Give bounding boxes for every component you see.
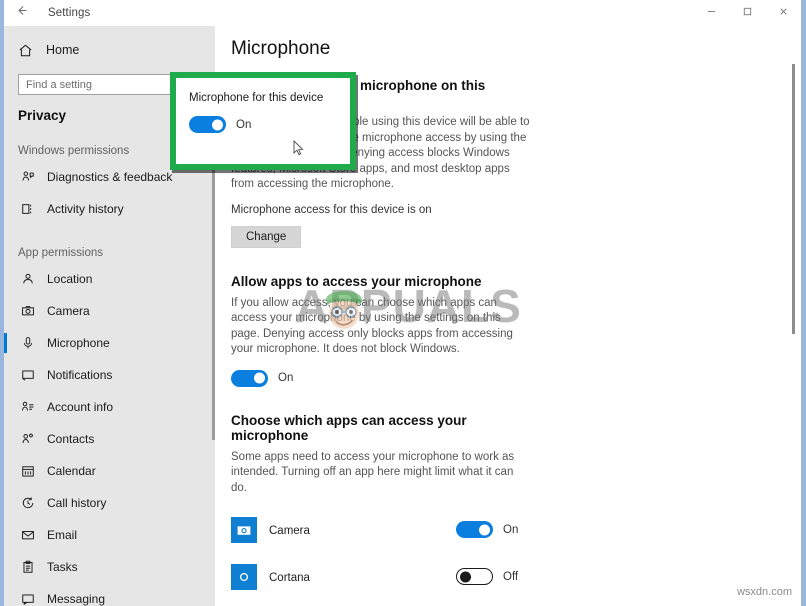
sidebar-item-diagnostics-feedback-label: Diagnostics & feedback bbox=[47, 170, 173, 184]
callout-toggle-row: On bbox=[189, 116, 350, 133]
sidebar-item-notifications-label: Notifications bbox=[47, 368, 113, 382]
sidebar-item-microphone-label: Microphone bbox=[47, 336, 110, 350]
tasks-icon bbox=[18, 560, 38, 574]
sidebar-item-calendar[interactable]: Calendar bbox=[4, 455, 215, 487]
sidebar-item-microphone[interactable]: Microphone bbox=[4, 327, 215, 359]
allow-apps-heading: Allow apps to access your microphone bbox=[231, 273, 482, 289]
sidebar-item-calendar-label: Calendar bbox=[47, 464, 96, 478]
sidebar-item-call-history[interactable]: Call history bbox=[4, 487, 215, 519]
callout-title: Microphone for this device bbox=[189, 92, 324, 104]
minimize-button[interactable] bbox=[693, 0, 729, 26]
app-toggle-wrap: On bbox=[456, 521, 527, 538]
choose-apps-section: Choose which apps can access your microp… bbox=[231, 413, 531, 606]
email-icon bbox=[18, 528, 38, 542]
sidebar-item-contacts[interactable]: Contacts bbox=[4, 423, 215, 455]
camera-app-icon bbox=[231, 516, 257, 543]
sidebar-item-activity-history-label: Activity history bbox=[47, 202, 124, 216]
app-toggle-label: On bbox=[503, 523, 519, 536]
diagnostics-icon bbox=[18, 170, 38, 184]
microphone-icon bbox=[18, 336, 38, 350]
app-name: Cortana bbox=[269, 571, 310, 584]
app-name: Camera bbox=[269, 524, 310, 537]
page-title: Microphone bbox=[231, 38, 331, 59]
home-icon bbox=[18, 43, 40, 58]
window-right-edge bbox=[801, 0, 806, 606]
sidebar-group-label-app-permissions: App permissions bbox=[18, 247, 104, 259]
camera-icon bbox=[18, 304, 38, 318]
allow-apps-toggle-label: On bbox=[278, 372, 294, 384]
mouse-pointer-icon bbox=[293, 140, 304, 156]
sidebar-item-home-label: Home bbox=[46, 43, 80, 57]
settings-window: Settings Home Find a setting Privacy Win… bbox=[0, 0, 806, 606]
maximize-button[interactable] bbox=[729, 0, 765, 26]
cortana-app-icon bbox=[231, 563, 257, 590]
sidebar-item-home[interactable]: Home bbox=[4, 32, 215, 68]
sidebar-item-location[interactable]: Location bbox=[4, 263, 215, 295]
notifications-icon bbox=[18, 368, 38, 382]
app-permission-list: Camera On Cortana Off bbox=[231, 510, 527, 606]
device-access-status: Microphone access for this device is on bbox=[231, 203, 432, 216]
maximize-icon bbox=[742, 4, 753, 22]
back-arrow-icon bbox=[15, 4, 28, 22]
sidebar-item-messaging-label: Messaging bbox=[47, 592, 106, 606]
allow-apps-toggle[interactable] bbox=[231, 369, 268, 387]
close-button[interactable] bbox=[765, 0, 801, 26]
app-toggle[interactable] bbox=[456, 521, 493, 538]
sidebar-item-contacts-label: Contacts bbox=[47, 432, 95, 446]
app-toggle[interactable] bbox=[456, 568, 493, 585]
change-button[interactable]: Change bbox=[231, 225, 302, 248]
window-controls bbox=[693, 0, 801, 26]
sidebar-item-account-info-label: Account info bbox=[47, 400, 114, 414]
allow-apps-section: Allow apps to access your microphone If … bbox=[231, 274, 531, 387]
microphone-device-toggle[interactable] bbox=[189, 116, 226, 133]
allow-apps-toggle-row: On bbox=[231, 369, 531, 387]
sidebar-item-email[interactable]: Email bbox=[4, 519, 215, 551]
messaging-icon bbox=[18, 592, 38, 606]
account-info-icon bbox=[18, 400, 38, 414]
microphone-device-toggle-label: On bbox=[236, 118, 252, 131]
sidebar-item-tasks[interactable]: Tasks bbox=[4, 551, 215, 583]
minimize-icon bbox=[706, 4, 717, 22]
main-scrollbar[interactable] bbox=[792, 64, 795, 334]
back-button[interactable] bbox=[4, 0, 38, 26]
choose-apps-description: Some apps need to access your microphone… bbox=[231, 450, 515, 494]
list-item: Camera On bbox=[231, 510, 527, 549]
sidebar-item-camera[interactable]: Camera bbox=[4, 295, 215, 327]
sidebar-item-tasks-label: Tasks bbox=[47, 560, 78, 574]
sidebar-item-notifications[interactable]: Notifications bbox=[4, 359, 215, 391]
app-toggle-wrap: Off bbox=[456, 568, 527, 585]
highlight-callout: Microphone for this device On bbox=[170, 72, 356, 170]
choose-apps-heading: Choose which apps can access your microp… bbox=[231, 412, 467, 443]
sidebar-item-activity-history[interactable]: Activity history bbox=[4, 193, 215, 225]
sidebar-item-call-history-label: Call history bbox=[47, 496, 107, 510]
activity-history-icon bbox=[18, 202, 38, 216]
location-icon bbox=[18, 272, 38, 286]
app-name-wrap: Cortana bbox=[269, 568, 456, 586]
sidebar-item-location-label: Location bbox=[47, 272, 93, 286]
call-history-icon bbox=[18, 496, 38, 510]
title-bar: Settings bbox=[4, 0, 801, 26]
sidebar-item-account-info[interactable]: Account info bbox=[4, 391, 215, 423]
site-watermark: wsxdn.com bbox=[736, 586, 792, 598]
app-toggle-label: Off bbox=[503, 570, 519, 583]
callout-inner: Microphone for this device On bbox=[176, 78, 350, 164]
contacts-icon bbox=[18, 432, 38, 446]
sidebar-item-messaging[interactable]: Messaging bbox=[4, 583, 215, 606]
list-item: Cortana Off bbox=[231, 557, 527, 596]
app-name-wrap: Camera bbox=[269, 521, 456, 539]
sidebar-item-camera-label: Camera bbox=[47, 304, 90, 318]
close-icon bbox=[778, 4, 789, 22]
allow-apps-description: If you allow access, you can choose whic… bbox=[231, 296, 513, 356]
sidebar-item-email-label: Email bbox=[47, 528, 78, 542]
window-title: Settings bbox=[48, 7, 91, 19]
calendar-icon bbox=[18, 464, 38, 478]
